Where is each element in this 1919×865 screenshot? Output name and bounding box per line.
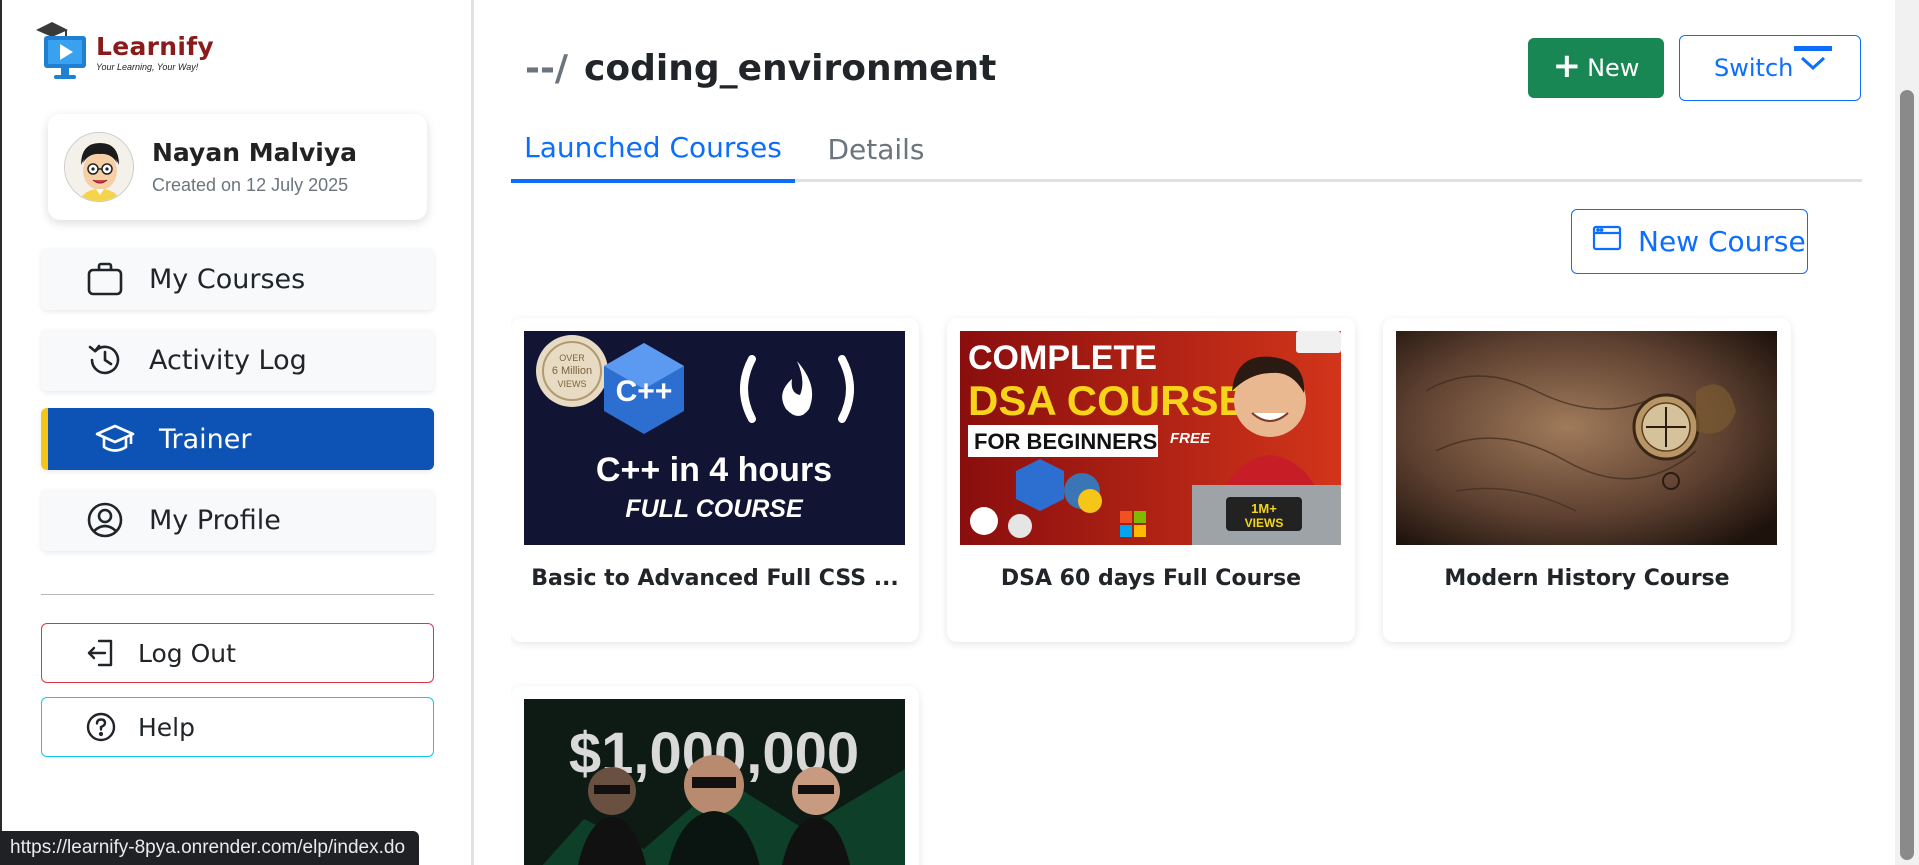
help-label: Help — [138, 712, 195, 742]
tab-details[interactable]: Details — [811, 116, 941, 182]
page-title: coding_environment — [584, 48, 997, 89]
badge-over-text: OVER — [559, 353, 585, 363]
switch-dropdown-button[interactable]: Switch — [1679, 35, 1861, 101]
sidebar-item-label: My Courses — [149, 263, 306, 295]
thumb-subtitle-text: FOREX — [642, 857, 787, 865]
course-thumbnail: OVER 6 Million VIEWS C++ C++ in 4 hours … — [524, 331, 905, 545]
course-thumbnail: COMPLETE DSA COURSE FOR BEGINNERS FREE 1… — [960, 331, 1341, 545]
thumb-subtitle-text: FULL COURSE — [625, 495, 804, 523]
course-title: DSA 60 days Full Course — [1000, 566, 1302, 591]
main-content: --/ coding_environment + New Switch Launc… — [477, 0, 1919, 865]
sidebar: Learnify Your Learning, Your Way! Nayan … — [0, 0, 474, 865]
sidebar-item-activity-log[interactable]: Activity Log — [41, 329, 434, 391]
breadcrumb: --/ coding_environment — [525, 48, 996, 89]
course-title: Basic to Advanced Full CSS ... — [531, 566, 899, 591]
logout-label: Log Out — [138, 638, 236, 668]
course-card[interactable]: OVER 6 Million VIEWS C++ C++ in 4 hours … — [511, 318, 919, 642]
tab-launched-courses[interactable]: Launched Courses — [511, 116, 795, 183]
cpp-logo-text: C++ — [616, 375, 673, 408]
app-root: Learnify Your Learning, Your Way! Nayan … — [0, 0, 1919, 865]
sidebar-divider — [41, 594, 434, 595]
status-bar-url: https://learnify-8pya.onrender.com/elp/i… — [0, 831, 420, 865]
new-course-button[interactable]: New Course — [1571, 209, 1808, 274]
badge-views-text: VIEWS — [557, 379, 586, 389]
course-card[interactable]: COMPLETE DSA COURSE FOR BEGINNERS FREE 1… — [947, 318, 1355, 642]
profile-card: Nayan Malviya Created on 12 July 2025 — [48, 114, 427, 220]
plus-icon: + — [1552, 46, 1582, 86]
new-button[interactable]: + New — [1528, 38, 1664, 98]
page-scrollbar[interactable] — [1895, 0, 1919, 865]
chevron-down-icon — [1794, 46, 1832, 80]
course-thumbnail — [1396, 331, 1777, 545]
briefcase-icon — [85, 259, 125, 299]
sidebar-item-label: Trainer — [159, 423, 252, 455]
brand-logo[interactable]: Learnify Your Learning, Your Way! — [34, 20, 214, 82]
sidebar-item-my-courses[interactable]: My Courses — [41, 248, 434, 310]
new-course-label: New Course — [1638, 225, 1806, 258]
course-thumbnail: $1,000,000 FOREX — [524, 699, 905, 865]
history-icon — [85, 340, 125, 380]
course-card[interactable]: $1,000,000 FOREX — [511, 686, 919, 865]
page-scrollbar-thumb[interactable] — [1900, 90, 1914, 860]
help-button[interactable]: Help — [41, 697, 434, 757]
thumb-title-text: COMPLETE — [968, 339, 1157, 377]
person-circle-icon — [85, 500, 125, 540]
badge-million-text: 6 Million — [552, 365, 592, 377]
sidebar-item-label: Activity Log — [149, 344, 307, 376]
brand-tagline: Your Learning, Your Way! — [96, 62, 199, 72]
thumb-views-count: 1M+ — [1251, 501, 1277, 516]
breadcrumb-separator: --/ — [525, 48, 569, 89]
thumb-subtitle-text: DSA COURSE — [968, 377, 1246, 424]
thumb-views-text: VIEWS — [1245, 516, 1284, 530]
mortarboard-icon — [95, 419, 135, 459]
thumb-title-text: C++ in 4 hours — [596, 451, 832, 489]
logo-monitor-icon — [34, 20, 92, 82]
logout-button[interactable]: Log Out — [41, 623, 434, 683]
tab-bar: Launched Courses Details — [511, 116, 1862, 183]
question-circle-icon — [84, 710, 118, 744]
sidebar-item-trainer[interactable]: Trainer — [41, 408, 434, 470]
profile-name: Nayan Malviya — [152, 138, 358, 167]
new-button-label: New — [1587, 54, 1640, 82]
courses-scrollbar[interactable] — [1872, 208, 1877, 865]
courses-panel: New Course OVER 6 Million VIEWS C++ C++ … — [511, 208, 1877, 865]
window-icon — [1592, 225, 1622, 258]
window-edge — [0, 0, 2, 865]
sidebar-item-my-profile[interactable]: My Profile — [41, 489, 434, 551]
course-card[interactable]: Modern History Course — [1383, 318, 1791, 642]
brand-name: Learnify — [96, 32, 215, 61]
switch-label: Switch — [1714, 54, 1794, 82]
avatar — [64, 132, 134, 202]
sidebar-item-label: My Profile — [149, 504, 281, 536]
course-title: Modern History Course — [1444, 566, 1730, 591]
profile-created-date: Created on 12 July 2025 — [152, 175, 349, 195]
thumb-free-text: FREE — [1170, 430, 1211, 447]
logout-icon — [84, 636, 118, 670]
thumb-beginners-text: FOR BEGINNERS — [974, 429, 1157, 454]
